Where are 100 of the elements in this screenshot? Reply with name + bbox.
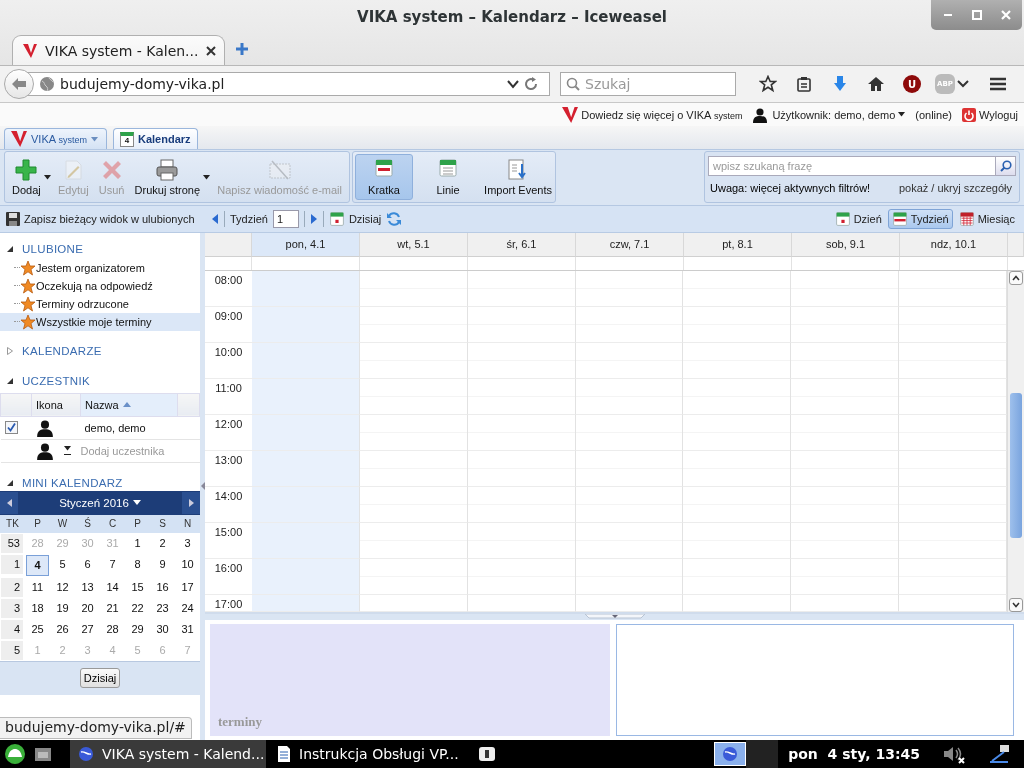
time-slot[interactable]	[467, 306, 576, 343]
time-slot[interactable]	[359, 378, 468, 415]
time-slot[interactable]	[683, 522, 792, 559]
extension-button[interactable]: U	[894, 69, 930, 99]
range-button[interactable]: Dzień	[830, 208, 886, 229]
time-slot[interactable]	[359, 558, 468, 595]
logout-link[interactable]: Wyloguj	[961, 107, 1018, 122]
calendar-day[interactable]: 26	[50, 618, 75, 640]
favorite-item[interactable]: Jestem organizatorem	[0, 258, 200, 277]
splitter-handle-icon[interactable]	[584, 613, 645, 619]
time-slot[interactable]	[252, 414, 360, 451]
time-slot[interactable]	[252, 378, 360, 415]
time-slot[interactable]	[252, 270, 360, 307]
time-slot[interactable]	[683, 486, 792, 523]
calendar-day[interactable]: 28	[100, 618, 125, 640]
time-slot[interactable]	[575, 270, 684, 307]
time-slot[interactable]	[467, 414, 576, 451]
calendar-day[interactable]: 13	[75, 576, 100, 598]
view-button[interactable]: Import Events	[483, 154, 553, 201]
time-slot[interactable]	[359, 450, 468, 487]
details-toggle-link[interactable]: pokaż / ukryj szczegóły	[898, 182, 1012, 195]
toolbar-button[interactable]: Drukuj stronę	[129, 154, 205, 201]
time-slot[interactable]	[575, 342, 684, 379]
favorite-item[interactable]: Wszystkie moje terminy	[0, 312, 200, 331]
time-slot[interactable]	[252, 342, 360, 379]
time-slot[interactable]	[683, 342, 792, 379]
module-tab[interactable]: 4 Kalendarz	[113, 128, 198, 149]
day-header[interactable]: ndz, 10.1	[900, 232, 1008, 257]
time-slot[interactable]	[252, 486, 360, 523]
calendar-day[interactable]: 19	[50, 597, 75, 619]
previous-month-button[interactable]	[0, 491, 18, 514]
time-slot[interactable]	[683, 558, 792, 595]
calendar-day[interactable]: 9	[150, 553, 175, 575]
scrollbar[interactable]	[1007, 270, 1024, 612]
day-header[interactable]: wt, 5.1	[360, 232, 468, 257]
section-title[interactable]: ULUBIONE	[22, 242, 84, 255]
time-slot[interactable]	[683, 450, 792, 487]
calendar-day[interactable]: 4	[26, 554, 49, 576]
day-header[interactable]: pt, 8.1	[684, 232, 792, 257]
time-slot[interactable]	[791, 378, 900, 415]
triangle-icon[interactable]	[6, 478, 14, 487]
tray-app-button[interactable]	[714, 742, 747, 766]
calendar-day[interactable]: 14	[100, 576, 125, 598]
reload-icon[interactable]	[524, 77, 538, 91]
time-slot[interactable]	[575, 414, 684, 451]
previous-week-button[interactable]	[211, 212, 219, 225]
time-slot[interactable]	[467, 378, 576, 415]
module-tab[interactable]: VIKA system	[4, 128, 107, 149]
day-header[interactable]: śr, 6.1	[468, 232, 576, 257]
calendar-day[interactable]: 15	[125, 576, 150, 598]
calendar-day[interactable]: 30	[150, 618, 175, 640]
time-slot[interactable]	[683, 306, 792, 343]
toolbar-button[interactable]: Dodaj	[7, 154, 46, 201]
time-slot[interactable]	[899, 486, 1007, 523]
checkbox[interactable]	[4, 421, 18, 435]
calendar-day[interactable]: 21	[100, 597, 125, 619]
column-header[interactable]: Nazwa	[80, 393, 178, 417]
time-slot[interactable]	[575, 378, 684, 415]
section-title[interactable]: UCZESTNIK	[22, 374, 90, 387]
time-slot[interactable]	[359, 414, 468, 451]
dropdown-button[interactable]	[43, 174, 51, 180]
week-number-field[interactable]: 1	[272, 209, 299, 228]
taskbar-window[interactable]: VIKA system - Kalend...	[70, 740, 266, 768]
time-slot[interactable]	[683, 414, 792, 451]
month-picker[interactable]: Styczeń 2016	[56, 492, 144, 513]
range-button[interactable]: Miesiąc	[954, 208, 1019, 229]
time-slot[interactable]	[467, 342, 576, 379]
browser-tab[interactable]: VIKA system - Kalen...	[12, 35, 225, 65]
calendar-day[interactable]: 2	[150, 532, 175, 554]
calendar-day[interactable]: 12	[50, 576, 75, 598]
calendar-day[interactable]: 8	[125, 553, 150, 575]
user-menu[interactable]: Użytkownik: demo, demo	[772, 108, 906, 121]
taskbar-window[interactable]: Instrukcja Obsługi VP...	[269, 740, 465, 768]
calendar-day[interactable]: 20	[75, 597, 100, 619]
calendar-day[interactable]: 24	[175, 597, 200, 619]
day-header[interactable]: czw, 7.1	[576, 232, 684, 257]
time-slot[interactable]	[791, 450, 900, 487]
next-month-button[interactable]	[182, 491, 200, 514]
today-button[interactable]: Dzisiaj	[79, 668, 121, 689]
time-slot[interactable]	[467, 270, 576, 307]
time-slot[interactable]	[575, 450, 684, 487]
time-slot[interactable]	[467, 558, 576, 595]
time-slot[interactable]	[791, 558, 900, 595]
time-slot[interactable]	[359, 342, 468, 379]
triangle-icon[interactable]	[6, 376, 14, 385]
refresh-button[interactable]	[386, 210, 403, 227]
clock[interactable]: pon 4 sty, 13:45	[778, 746, 934, 762]
time-slot[interactable]	[791, 342, 900, 379]
time-slot[interactable]	[899, 522, 1007, 559]
time-slot[interactable]	[252, 306, 360, 343]
day-header[interactable]: pon, 4.1	[252, 232, 360, 257]
today-button[interactable]: Dzisiaj	[328, 210, 382, 227]
time-slot[interactable]	[791, 414, 900, 451]
view-button[interactable]: Linie	[419, 154, 477, 201]
scroll-thumb[interactable]	[1010, 392, 1022, 538]
time-slot[interactable]	[791, 306, 900, 343]
time-slot[interactable]	[252, 522, 360, 559]
calendar-day[interactable]: 17	[175, 576, 200, 598]
time-slot[interactable]	[359, 486, 468, 523]
time-slot[interactable]	[683, 270, 792, 307]
